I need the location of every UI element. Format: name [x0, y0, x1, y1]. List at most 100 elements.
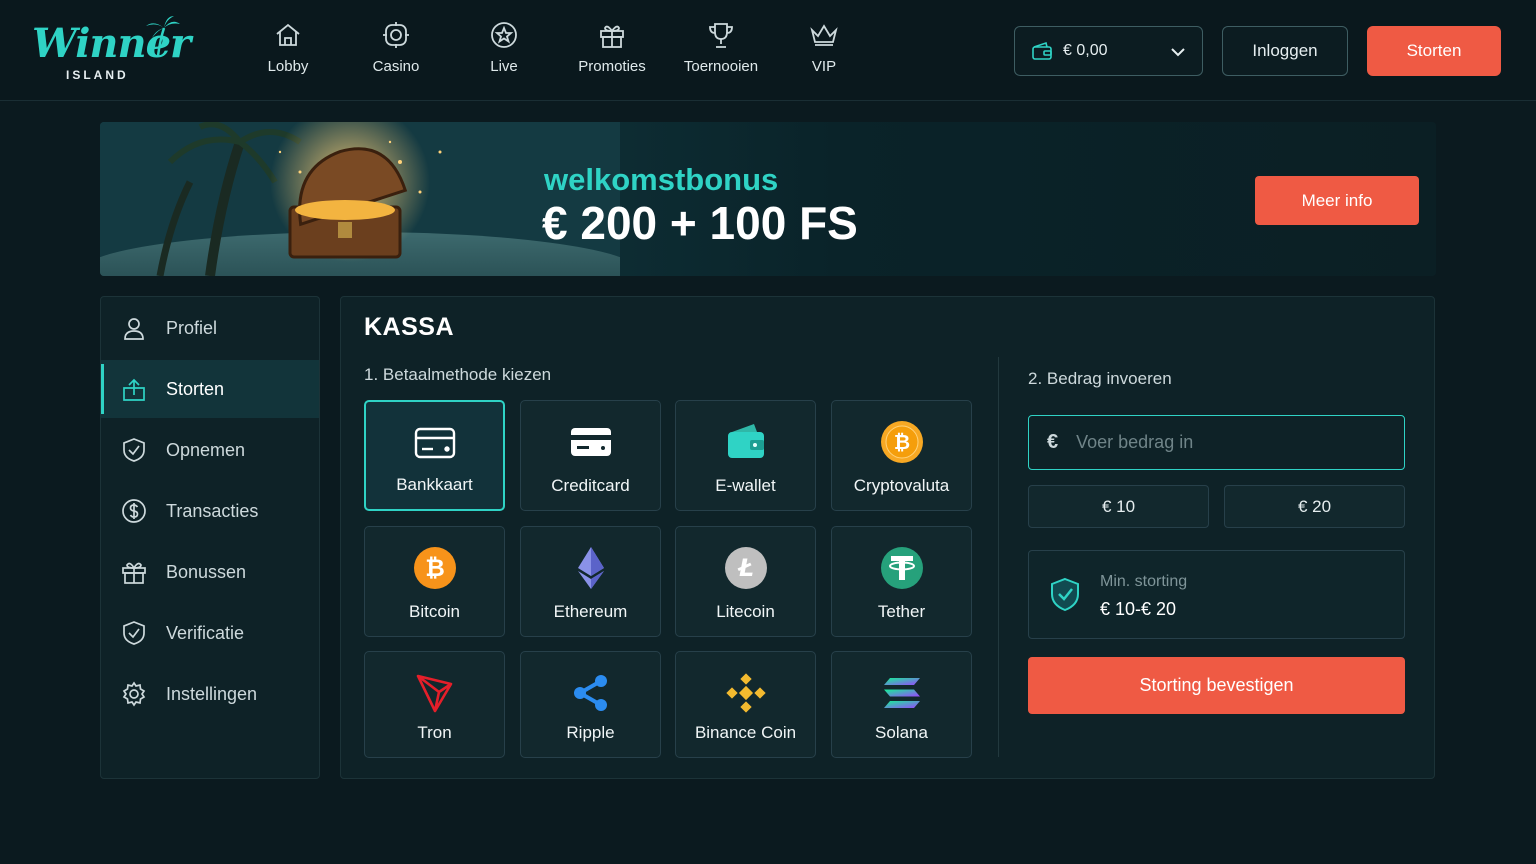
- min-deposit-value: € 10-€ 20: [1100, 599, 1177, 619]
- method-label: Creditcard: [551, 476, 630, 495]
- star-icon: [491, 22, 517, 48]
- method-label: Litecoin: [716, 602, 775, 621]
- nav-label: Live: [490, 58, 518, 75]
- gift-icon: [600, 25, 624, 48]
- shield-icon: [123, 438, 145, 462]
- method-ethereum[interactable]: Ethereum: [520, 526, 661, 637]
- sidebar-item-bonussen[interactable]: Bonussen: [101, 543, 319, 601]
- wallet-icon: [727, 424, 764, 458]
- balance-dropdown[interactable]: € 0,00: [1014, 26, 1203, 76]
- amount-input[interactable]: [1076, 432, 1357, 453]
- sidebar-item-label: Storten: [166, 378, 225, 399]
- method-bitcoin[interactable]: ₿ Bitcoin: [364, 526, 505, 637]
- method-label: Bankkaart: [396, 475, 473, 494]
- method-creditcard[interactable]: Creditcard: [520, 400, 661, 511]
- chip-icon: [383, 22, 409, 48]
- sidebar-item-opnemen[interactable]: Opnemen: [101, 421, 319, 479]
- home-icon: [276, 23, 300, 46]
- bitcoin-icon: ₿: [413, 547, 456, 589]
- logo-subtitle: ISLAND: [66, 68, 129, 82]
- account-sidebar: Profiel Storten Opnemen Transacties Bonu…: [100, 296, 320, 779]
- palm-tree-icon: [146, 16, 180, 56]
- banner-subtitle: welkomstbonus: [544, 162, 779, 197]
- nav-live[interactable]: Live: [456, 20, 552, 84]
- nav-label: Lobby: [267, 58, 309, 75]
- login-button[interactable]: Inloggen: [1222, 26, 1348, 76]
- nav-label: Casino: [372, 58, 420, 75]
- svg-text:Ł: Ł: [737, 554, 754, 582]
- deposit-icon: [123, 378, 145, 401]
- cashier-panel: KASSA 1. Betaalmethode kiezen Bankkaart …: [340, 296, 1435, 779]
- binance-icon: [725, 673, 766, 713]
- column-divider: [998, 357, 999, 757]
- nav-label: Toernooien: [683, 58, 759, 75]
- svg-text:₿: ₿: [893, 430, 909, 454]
- method-binance-coin[interactable]: Binance Coin: [675, 651, 816, 758]
- method-e-wallet[interactable]: E-wallet: [675, 400, 816, 511]
- sidebar-item-label: Bonussen: [166, 561, 247, 582]
- sidebar-item-storten[interactable]: Storten: [101, 360, 319, 418]
- sidebar-item-label: Transacties: [166, 500, 259, 521]
- min-deposit-label: Min. storting: [1100, 573, 1188, 590]
- method-label: Ripple: [566, 723, 615, 742]
- solana-icon: [883, 678, 920, 708]
- step-1-heading: 1. Betaalmethode kiezen: [364, 365, 552, 384]
- nav-label: Promoties: [578, 58, 646, 75]
- method-label: Cryptovaluta: [853, 476, 950, 495]
- quick-amount-20[interactable]: € 20: [1224, 485, 1405, 528]
- crypto-coin-icon: ₿: [880, 421, 923, 463]
- sidebar-item-instellingen[interactable]: Instellingen: [101, 665, 319, 723]
- sidebar-item-label: Opnemen: [166, 439, 246, 460]
- currency-symbol: €: [1047, 431, 1059, 453]
- more-info-button[interactable]: Meer info: [1255, 176, 1419, 225]
- method-tron[interactable]: Tron: [364, 651, 505, 758]
- ripple-icon: [573, 675, 607, 711]
- amount-field[interactable]: €: [1028, 415, 1405, 470]
- nav-lobby[interactable]: Lobby: [240, 20, 336, 84]
- page-title: KASSA: [364, 313, 455, 341]
- method-label: Bitcoin: [408, 602, 461, 621]
- bank-card-icon: [414, 427, 455, 459]
- method-label: Tether: [877, 602, 926, 621]
- nav-promoties[interactable]: Promoties: [564, 20, 660, 84]
- verified-icon: [123, 621, 145, 645]
- method-tether[interactable]: Tether: [831, 526, 972, 637]
- welcome-bonus-banner: welkomstbonus € 200 + 100 FS Meer info: [100, 122, 1436, 276]
- nav-label: VIP: [811, 58, 837, 75]
- sidebar-item-transacties[interactable]: Transacties: [101, 482, 319, 540]
- gift-icon: [122, 562, 146, 584]
- deposit-button[interactable]: Storten: [1367, 26, 1501, 76]
- logo[interactable]: Winner ISLAND: [30, 16, 191, 86]
- tether-icon: [880, 547, 923, 589]
- shield-check-icon: [1051, 577, 1079, 612]
- method-ripple[interactable]: Ripple: [520, 651, 661, 758]
- nav-casino[interactable]: Casino: [348, 20, 444, 84]
- method-litecoin[interactable]: Ł Litecoin: [675, 526, 816, 637]
- method-label: Solana: [875, 723, 928, 742]
- method-solana[interactable]: Solana: [831, 651, 972, 758]
- top-header: Winner ISLAND Lobby Casino Live Promotie…: [0, 0, 1536, 101]
- trophy-icon: [709, 23, 733, 48]
- ethereum-icon: [577, 547, 604, 589]
- method-label: E-wallet: [715, 476, 776, 495]
- quick-amount-10[interactable]: € 10: [1028, 485, 1209, 528]
- banner-title: € 200 + 100 FS: [542, 197, 858, 249]
- litecoin-icon: Ł: [724, 547, 767, 589]
- nav-vip[interactable]: VIP: [776, 20, 872, 84]
- chevron-down-icon: [1171, 48, 1185, 57]
- dollar-icon: [122, 499, 146, 523]
- nav-toernooien[interactable]: Toernooien: [673, 20, 769, 84]
- tron-icon: [416, 674, 452, 713]
- method-cryptovaluta[interactable]: ₿ Cryptovaluta: [831, 400, 972, 511]
- method-label: Tron: [417, 723, 452, 742]
- user-icon: [124, 318, 144, 340]
- sidebar-item-profiel[interactable]: Profiel: [101, 299, 319, 357]
- crown-icon: [810, 24, 838, 46]
- sidebar-item-label: Profiel: [166, 317, 218, 338]
- method-label: Binance Coin: [694, 723, 797, 742]
- method-bankkaart[interactable]: Bankkaart: [364, 400, 505, 511]
- sidebar-item-verificatie[interactable]: Verificatie: [101, 604, 319, 662]
- step-2-heading: 2. Bedrag invoeren: [1028, 369, 1172, 388]
- confirm-deposit-button[interactable]: Storting bevestigen: [1028, 657, 1405, 714]
- method-label: Ethereum: [553, 602, 628, 621]
